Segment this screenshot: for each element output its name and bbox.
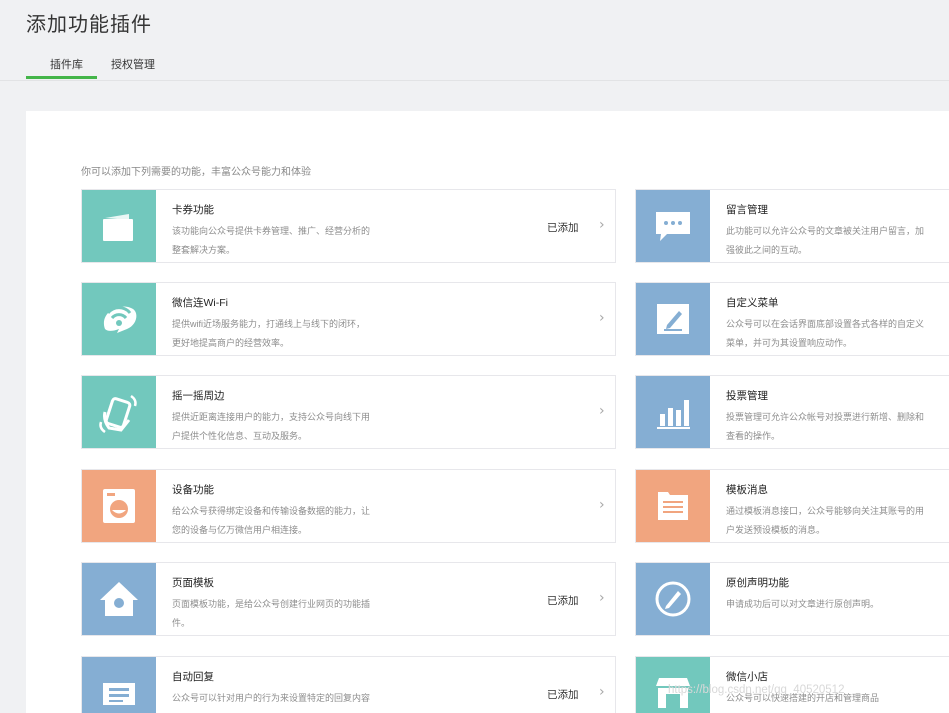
plugin-desc: 通过模板消息接口，公众号能够向关注其账号的用户发送预设模板的消息。 (726, 506, 925, 535)
plugin-desc: 提供近距离连接用户的能力，支持公众号向线下用户提供个性化信息、互动及服务。 (172, 412, 371, 441)
watermark-text: https://blog.csdn.net/qq_40520512 (668, 684, 845, 696)
plugin-name: 自动回复 (172, 671, 214, 683)
plugin-card-coupon[interactable]: 卡券功能 该功能向公众号提供卡券管理、推广、经营分析的整套解决方案。 已添加 › (81, 189, 616, 263)
plugin-name: 留言管理 (726, 204, 768, 216)
shake-icon (82, 376, 156, 448)
plugin-name: 模板消息 (726, 484, 768, 496)
menu-edit-icon (636, 283, 710, 355)
template-icon (636, 470, 710, 542)
status-added: 已添加 (547, 222, 579, 234)
reply-icon (82, 657, 156, 713)
tab-plugin-library[interactable]: 插件库 (26, 56, 97, 79)
chevron-right-icon: › (599, 684, 605, 700)
plugin-card-template-message[interactable]: 模板消息 通过模板消息接口，公众号能够向关注其账号的用户发送预设模板的消息。 (635, 469, 949, 543)
device-icon (82, 470, 156, 542)
plugin-desc: 提供wifi近场服务能力，打通线上与线下的闭环，更好地提高商户的经营效率。 (172, 319, 366, 348)
tab-authorization-management[interactable]: 授权管理 (111, 56, 155, 78)
plugin-name: 微信连Wi-Fi (172, 297, 228, 309)
chevron-right-icon: › (599, 497, 605, 513)
plugin-card-custom-menu[interactable]: 自定义菜单 公众号可以在会话界面底部设置各式各样的自定义菜单，并可为其设置响应动… (635, 282, 949, 356)
plugin-name: 卡券功能 (172, 204, 214, 216)
plugin-name: 设备功能 (172, 484, 214, 496)
plugin-panel: 你可以添加下列需要的功能，丰富公众号能力和体验 卡券功能 该功能向公众号提供卡券… (26, 111, 949, 713)
plugin-desc: 公众号可以针对用户的行为来设置特定的回复内容 (172, 693, 371, 703)
status-added: 已添加 (547, 595, 579, 607)
plugin-desc: 申请成功后可以对文章进行原创声明。 (726, 599, 880, 609)
plugin-name: 自定义菜单 (726, 297, 779, 309)
original-icon (636, 563, 710, 635)
plugin-name: 摇一摇周边 (172, 390, 225, 402)
plugin-card-shake[interactable]: 摇一摇周边 提供近距离连接用户的能力，支持公众号向线下用户提供个性化信息、互动及… (81, 375, 616, 449)
comment-icon (636, 190, 710, 262)
plugin-desc: 该功能向公众号提供卡券管理、推广、经营分析的整套解决方案。 (172, 226, 371, 255)
plugin-name: 投票管理 (726, 390, 768, 402)
chevron-right-icon: › (599, 310, 605, 326)
bar-chart-icon (636, 376, 710, 448)
page-title: 添加功能插件 (26, 14, 152, 36)
plugin-card-original-declaration[interactable]: 原创声明功能 申请成功后可以对文章进行原创声明。 (635, 562, 949, 636)
plugin-card-comments[interactable]: 留言管理 此功能可以允许公众号的文章被关注用户留言，加强彼此之间的互动。 (635, 189, 949, 263)
plugin-name: 页面模板 (172, 577, 214, 589)
plugin-card-wifi[interactable]: 微信连Wi-Fi 提供wifi近场服务能力，打通线上与线下的闭环，更好地提高商户… (81, 282, 616, 356)
intro-text: 你可以添加下列需要的功能，丰富公众号能力和体验 (81, 167, 311, 178)
plugin-desc: 页面模板功能，是给公众号创建行业网页的功能插件。 (172, 599, 371, 628)
plugin-card-page-template[interactable]: 页面模板 页面模板功能，是给公众号创建行业网页的功能插件。 已添加 › (81, 562, 616, 636)
tab-bar: 插件库 授权管理 (0, 46, 949, 81)
status-added: 已添加 (547, 689, 579, 701)
plugin-name: 微信小店 (726, 671, 768, 683)
chevron-right-icon: › (599, 403, 605, 419)
home-icon (82, 563, 156, 635)
plugin-card-device[interactable]: 设备功能 给公众号获得绑定设备和传输设备数据的能力，让您的设备与亿万微信用户相连… (81, 469, 616, 543)
chevron-right-icon: › (599, 217, 605, 233)
plugin-name: 原创声明功能 (726, 577, 789, 589)
plugin-card-voting[interactable]: 投票管理 投票管理可允许公众帐号对投票进行新增、删除和查看的操作。 (635, 375, 949, 449)
plugin-desc: 给公众号获得绑定设备和传输设备数据的能力，让您的设备与亿万微信用户相连接。 (172, 506, 371, 535)
card-icon (82, 190, 156, 262)
plugin-desc: 此功能可以允许公众号的文章被关注用户留言，加强彼此之间的互动。 (726, 226, 925, 255)
wifi-icon (82, 283, 156, 355)
chevron-right-icon: › (599, 590, 605, 606)
plugin-desc: 投票管理可允许公众帐号对投票进行新增、删除和查看的操作。 (726, 412, 925, 441)
plugin-desc: 公众号可以在会话界面底部设置各式各样的自定义菜单，并可为其设置响应动作。 (726, 319, 925, 348)
plugin-card-auto-reply[interactable]: 自动回复 公众号可以针对用户的行为来设置特定的回复内容 已添加 › (81, 656, 616, 713)
